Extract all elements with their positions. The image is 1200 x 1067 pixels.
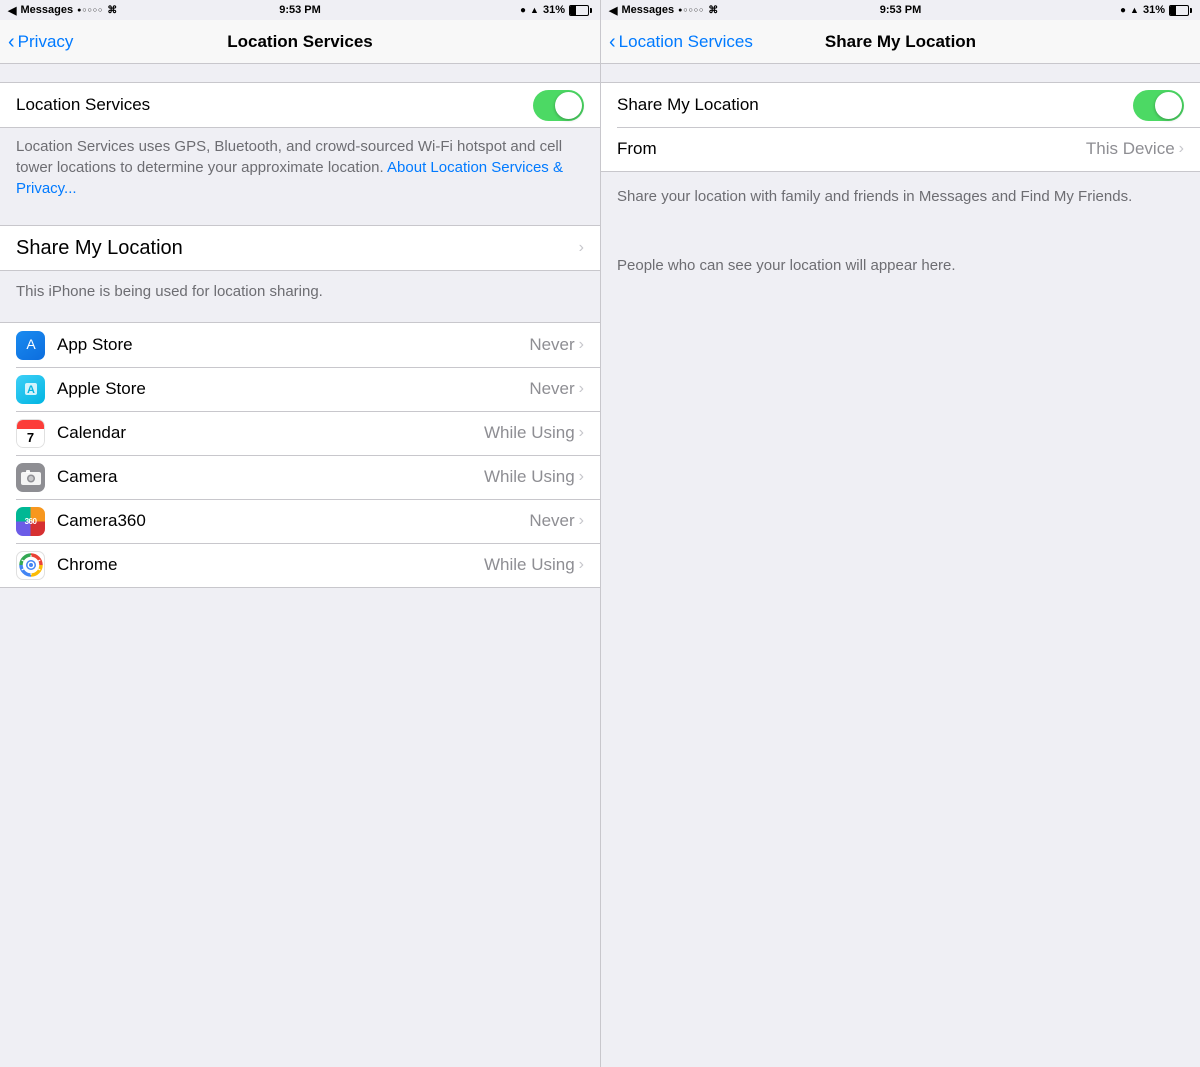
share-location-label: Share My Location [617,95,1133,115]
battery-pct-left: 31% [543,4,565,16]
battery-icon-left [569,5,592,16]
from-label: From [617,139,1086,159]
calendar-bottom: 7 [17,429,44,447]
app-name-camera: Camera [57,467,484,487]
app-icon-calendar: 7 [16,419,45,448]
toggle-knob [555,92,582,119]
app-perm-camera360: Never [529,511,574,531]
location-right: ▲ [1130,5,1139,15]
app-row-calendar[interactable]: 7 Calendar While Using › [0,411,600,455]
chrome-svg [19,553,43,577]
back-chevron-right: ‹ [609,32,616,52]
share-my-location-section: Share My Location › [0,225,600,271]
app-name-calendar: Calendar [57,423,484,443]
right-spacer-2 [601,223,1200,241]
camera360-label: 360 [25,517,37,526]
nav-bar-right: ‹ Location Services Share My Location [601,20,1200,64]
back-button-right[interactable]: ‹ Location Services [609,32,753,52]
time-left: 9:53 PM [279,4,321,16]
app-row-applestore[interactable]: A Apple Store Never › [0,367,600,411]
lock-left: ● [520,5,526,16]
sharing-note: This iPhone is being used for location s… [0,271,600,312]
app-chevron-chrome: › [579,556,584,574]
app-list: A App Store Never › A Apple Store Never … [0,322,600,588]
app-chevron-applestore: › [579,380,584,398]
battery-pct-right: 31% [1143,4,1165,16]
wifi-right: ⌘ [708,5,718,16]
status-bar-right: ◀ Messages ●○○○○ ⌘ 9:53 PM ● ▲ 31% [601,0,1200,20]
app-icon-camera [16,463,45,492]
status-bar-left: ◀ Messages ●○○○○ ⌘ 9:53 PM ● ▲ 31% [0,0,600,20]
share-location-row[interactable]: Share My Location [601,83,1200,127]
app-name-right: Messages [621,4,674,16]
from-chevron: › [1179,140,1184,158]
app-chevron-appstore: › [579,336,584,354]
share-toggle-knob [1155,92,1182,119]
location-left: ▲ [530,5,539,15]
app-perm-appstore: Never [529,335,574,355]
wifi-left: ⌘ [107,5,117,16]
app-name-applestore: Apple Store [57,379,529,399]
app-perm-chrome: While Using [484,555,575,575]
svg-text:A: A [27,384,35,396]
share-location-toggle[interactable] [1133,90,1184,121]
location-services-label: Location Services [16,95,533,115]
right-description: Share your location with family and frie… [601,172,1200,223]
svg-text:A: A [26,336,36,352]
nav-bar-left: ‹ Privacy Location Services [0,20,600,64]
messages-icon-right: ◀ [609,4,617,17]
share-my-location-label: Share My Location [16,237,579,260]
back-button-left[interactable]: ‹ Privacy [8,32,73,52]
battery-icon-right [1169,5,1192,16]
app-perm-camera: While Using [484,467,575,487]
back-label-left: Privacy [18,32,74,52]
app-perm-calendar: While Using [484,423,575,443]
app-name-appstore: App Store [57,335,529,355]
location-description: Location Services uses GPS, Bluetooth, a… [0,128,600,207]
spacer-3 [0,312,600,322]
messages-icon-left: ◀ [8,4,16,17]
app-name-camera360: Camera360 [57,511,529,531]
share-my-location-row[interactable]: Share My Location › [0,226,600,270]
app-row-appstore[interactable]: A App Store Never › [0,323,600,367]
signal-right: ●○○○○ [678,7,704,14]
app-icon-camera360: 360 [16,507,45,536]
back-label-right: Location Services [619,32,753,52]
spacer-1 [0,64,600,82]
people-section: People who can see your location will ap… [601,241,1200,292]
app-row-camera360[interactable]: 360 Camera360 Never › [0,499,600,543]
spacer-2 [0,207,600,225]
share-location-section: Share My Location From This Device › [601,82,1200,172]
app-row-camera[interactable]: Camera While Using › [0,455,600,499]
calendar-top [17,420,44,429]
app-chevron-calendar: › [579,424,584,442]
time-right: 9:53 PM [880,4,922,16]
lock-right: ● [1120,5,1126,16]
from-value: This Device [1086,139,1175,159]
app-chevron-camera: › [579,468,584,486]
right-panel: ◀ Messages ●○○○○ ⌘ 9:53 PM ● ▲ 31% ‹ Loc… [600,0,1200,1067]
right-spacer-1 [601,64,1200,82]
app-icon-applestore: A [16,375,45,404]
app-icon-chrome [16,551,45,580]
from-row[interactable]: From This Device › [601,127,1200,171]
left-panel: ◀ Messages ●○○○○ ⌘ 9:53 PM ● ▲ 31% ‹ Pri… [0,0,600,1067]
back-chevron-left: ‹ [8,32,15,52]
app-icon-appstore: A [16,331,45,360]
signal-left: ●○○○○ [77,7,103,14]
nav-title-left: Location Services [227,32,373,52]
nav-title-right: Share My Location [825,32,976,52]
app-name-left: Messages [20,4,73,16]
location-services-section: Location Services [0,82,600,128]
app-name-chrome: Chrome [57,555,484,575]
location-services-toggle[interactable] [533,90,584,121]
location-services-row[interactable]: Location Services [0,83,600,127]
share-chevron: › [579,239,584,257]
app-perm-applestore: Never [529,379,574,399]
app-row-chrome[interactable]: Chrome While Using › [0,543,600,587]
app-chevron-camera360: › [579,512,584,530]
